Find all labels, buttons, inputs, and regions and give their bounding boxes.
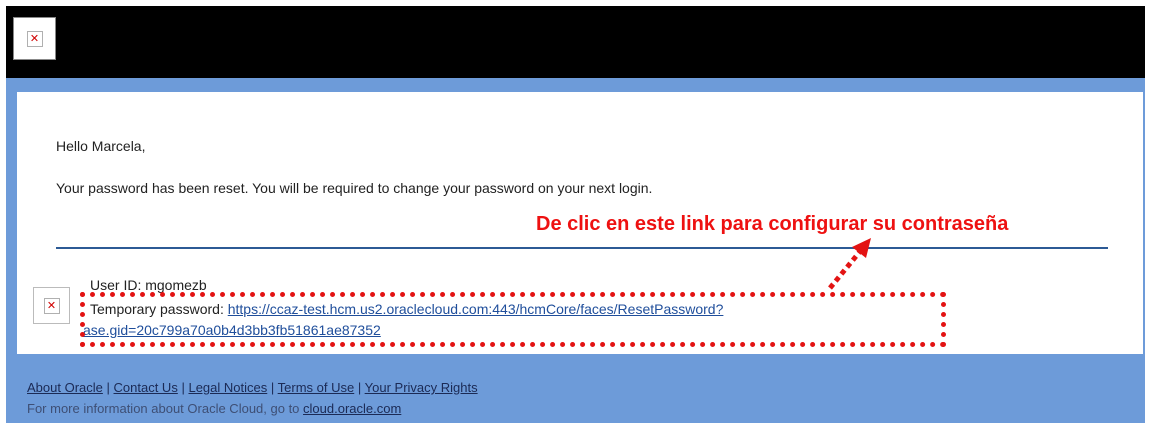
content-divider	[56, 247, 1108, 249]
footer-link-about-oracle[interactable]: About Oracle	[27, 380, 103, 395]
link-highlight-box	[80, 292, 946, 347]
email-greeting: Hello Marcela,	[56, 138, 146, 154]
credentials-image: ✕	[33, 287, 70, 324]
footer-separator: |	[270, 380, 275, 395]
footer-info: For more information about Oracle Cloud,…	[27, 401, 401, 416]
footer-links: About Oracle | Contact Us | Legal Notice…	[27, 380, 478, 395]
footer-separator: |	[357, 380, 362, 395]
header-logo-image: ✕	[13, 17, 56, 60]
user-id-text: User ID: mgomezb	[90, 277, 207, 293]
email-header-bar	[6, 6, 1145, 78]
footer-link-privacy-rights[interactable]: Your Privacy Rights	[365, 380, 478, 395]
email-message: Your password has been reset. You will b…	[56, 180, 653, 196]
footer-link-contact-us[interactable]: Contact Us	[114, 380, 178, 395]
broken-image-icon: ✕	[26, 30, 43, 47]
footer-separator: |	[106, 380, 110, 395]
footer-link-terms-of-use[interactable]: Terms of Use	[278, 380, 355, 395]
annotation-callout: De clic en este link para configurar su …	[536, 213, 1009, 235]
footer-link-legal-notices[interactable]: Legal Notices	[188, 380, 267, 395]
broken-image-icon: ✕	[43, 297, 60, 314]
footer-link-cloud-oracle[interactable]: cloud.oracle.com	[303, 401, 401, 416]
footer-info-text: For more information about Oracle Cloud,…	[27, 401, 300, 416]
footer-separator: |	[181, 380, 185, 395]
